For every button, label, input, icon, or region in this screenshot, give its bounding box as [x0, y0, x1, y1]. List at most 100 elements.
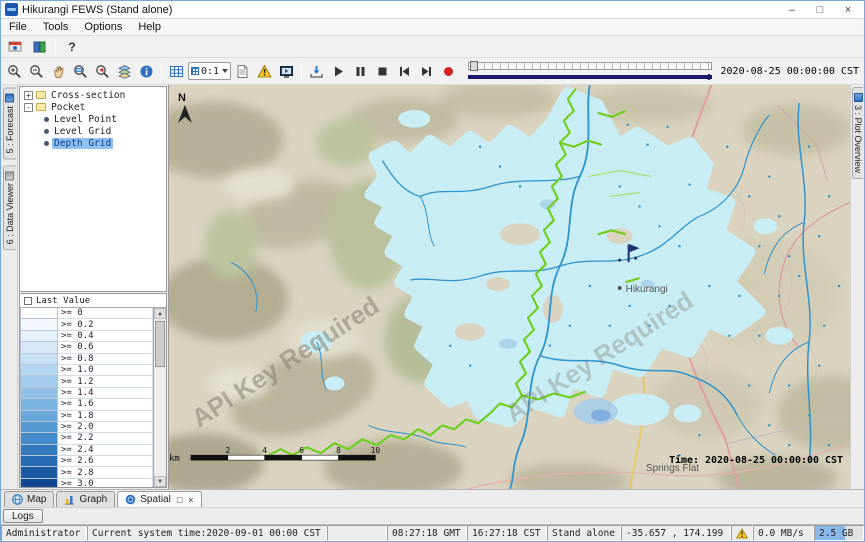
help-button[interactable]: ?: [61, 37, 83, 56]
time-step-combo[interactable]: 0:1: [188, 62, 231, 80]
menu-file[interactable]: File: [1, 20, 35, 34]
menu-help[interactable]: Help: [130, 20, 169, 34]
legend-header: Last Value: [20, 294, 166, 308]
scrollbar-track[interactable]: [154, 319, 166, 476]
zoom-previous-button[interactable]: [92, 61, 113, 82]
tab-data-viewer[interactable]: 6 : Data Viewer: [3, 165, 16, 250]
tab-restore-button[interactable]: □: [177, 495, 182, 505]
go-to-end-button[interactable]: [416, 61, 437, 82]
zoom-out-button[interactable]: [26, 61, 47, 82]
tab-plot-overview[interactable]: 3 : Plot Overview: [852, 87, 863, 179]
legend-row[interactable]: >= 2.2: [20, 433, 153, 444]
pause-button[interactable]: [350, 61, 371, 82]
timeline-thumb[interactable]: [470, 61, 478, 71]
go-to-start-button[interactable]: [394, 61, 415, 82]
node-bullet-icon: [44, 129, 49, 134]
legend-row[interactable]: >= 2.8: [20, 467, 153, 478]
open-explorer-button[interactable]: [28, 37, 50, 56]
close-button[interactable]: ×: [834, 2, 862, 18]
legend-row[interactable]: >= 2.0: [20, 422, 153, 433]
document-icon: [235, 64, 250, 79]
tab-close-button[interactable]: ×: [188, 495, 193, 505]
record-button[interactable]: [438, 61, 459, 82]
menu-tools[interactable]: Tools: [35, 20, 77, 34]
timeline-track[interactable]: [468, 62, 711, 70]
tab-forecast[interactable]: 5 : Forecast: [3, 88, 16, 160]
legend-row[interactable]: >= 2.4: [20, 445, 153, 456]
timeline-slider[interactable]: [468, 60, 711, 82]
minimize-button[interactable]: –: [778, 2, 806, 18]
legend-row[interactable]: >= 1.8: [20, 411, 153, 422]
export-animation-button[interactable]: [306, 61, 327, 82]
legend-row[interactable]: >= 3.0: [20, 479, 153, 487]
collapse-icon[interactable]: -: [24, 103, 33, 112]
legend-row[interactable]: >= 1.6: [20, 399, 153, 410]
map-time-label: Time: 2020-08-25 00:00:00 CST: [669, 454, 843, 466]
right-tab-strip: 3 : Plot Overview: [850, 85, 864, 489]
expand-icon[interactable]: +: [24, 91, 33, 100]
last-value-checkbox[interactable]: [24, 297, 32, 305]
scrollbar-thumb[interactable]: [155, 321, 165, 367]
tree-item-pocket[interactable]: - Pocket: [20, 101, 166, 113]
scroll-up-icon[interactable]: ▲: [154, 308, 166, 319]
legend-row[interactable]: >= 0.6: [20, 342, 153, 353]
last-value-label: Last Value: [36, 296, 90, 306]
profile-display-button[interactable]: [232, 61, 253, 82]
legend-label: >= 2.8: [58, 467, 153, 478]
grid-display-button[interactable]: [166, 61, 187, 82]
database-icon: [8, 39, 23, 54]
tree-item-level-grid[interactable]: Level Grid: [20, 125, 166, 137]
monitor-icon: [279, 64, 294, 79]
plot-overview-tab-label: 3 : Plot Overview: [853, 105, 863, 173]
legend-row[interactable]: >= 1.0: [20, 365, 153, 376]
status-memory[interactable]: 2.5 GB: [814, 525, 864, 541]
legend-swatch: [20, 433, 58, 444]
pan-button[interactable]: [48, 61, 69, 82]
stop-icon: [375, 64, 390, 79]
legend-row[interactable]: >= 0: [20, 308, 153, 319]
tree-item-label: Cross-section: [49, 90, 127, 101]
legend-swatch: [20, 331, 58, 342]
zoom-in-button[interactable]: [4, 61, 25, 82]
legend-row[interactable]: >= 2.6: [20, 456, 153, 467]
tree-item-depth-grid[interactable]: Depth Grid: [20, 137, 166, 149]
thresholds-button[interactable]: [254, 61, 275, 82]
legend-row[interactable]: >= 0.2: [20, 319, 153, 330]
record-icon: [441, 64, 456, 79]
legend-row[interactable]: >= 0.4: [20, 331, 153, 342]
legend-swatch: [20, 467, 58, 478]
tree-item-level-point[interactable]: Level Point: [20, 113, 166, 125]
status-warning[interactable]: [731, 525, 753, 541]
play-button[interactable]: [328, 61, 349, 82]
zoom-region-icon: [73, 64, 88, 79]
import-data-button[interactable]: [4, 37, 26, 56]
scroll-down-icon[interactable]: ▼: [154, 476, 166, 487]
tab-map[interactable]: Map: [4, 491, 54, 507]
map-canvas[interactable]: Hikurangi Springs Flat API Key Required …: [169, 85, 850, 489]
legend-label: >= 1.4: [58, 388, 153, 399]
tab-spatial[interactable]: Spatial □ ×: [117, 491, 201, 507]
tab-graph[interactable]: Graph: [56, 491, 115, 507]
node-bullet-icon: [44, 141, 49, 146]
legend-row[interactable]: >= 1.2: [20, 376, 153, 387]
tree-item-cross-section[interactable]: + Cross-section: [20, 89, 166, 101]
maximize-button[interactable]: □: [806, 2, 834, 18]
info-button[interactable]: [136, 61, 157, 82]
legend-swatch: [20, 422, 58, 433]
legend-row[interactable]: >= 0.8: [20, 354, 153, 365]
animation-button[interactable]: [276, 61, 297, 82]
map-tab-label: Map: [27, 494, 46, 505]
zoom-to-region-button[interactable]: [70, 61, 91, 82]
status-user: Administrator: [1, 525, 87, 541]
data-viewer-tab-label: 6 : Data Viewer: [5, 183, 15, 244]
legend-scrollbar[interactable]: ▲ ▼: [153, 308, 166, 487]
stop-button[interactable]: [372, 61, 393, 82]
tree-item-label: Pocket: [49, 102, 87, 113]
logs-button[interactable]: Logs: [3, 509, 43, 523]
layers-button[interactable]: [114, 61, 135, 82]
legend-row[interactable]: >= 1.4: [20, 388, 153, 399]
menu-options[interactable]: Options: [76, 20, 130, 34]
folder-icon: [36, 91, 46, 99]
grid-icon: [169, 64, 184, 79]
chevron-down-icon: [222, 69, 228, 73]
